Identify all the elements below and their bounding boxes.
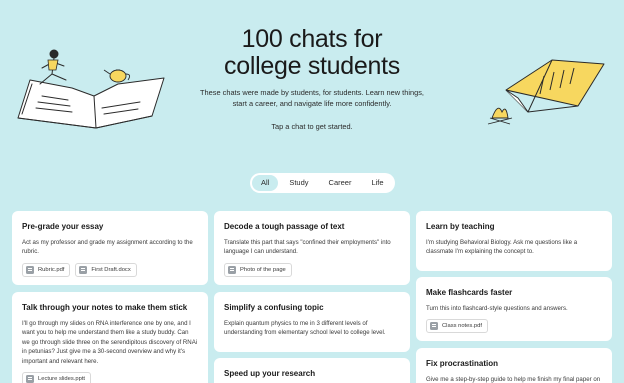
- card-title: Learn by teaching: [426, 222, 495, 231]
- filter-tabs: All Study Career Life: [250, 173, 395, 193]
- attachment-name: Rubric.pdf: [38, 266, 65, 273]
- get-started-text: Tap a chat to get started.: [271, 122, 353, 131]
- file-icon: [26, 375, 34, 383]
- card-body: I'm studying Behavioral Biology. Ask me …: [426, 239, 578, 256]
- attachment: First Draft.docx: [75, 262, 137, 277]
- card-talk-through-notes[interactable]: Talk through your notes to make them sti…: [12, 292, 208, 383]
- attachment: Lecture slides.pptt: [22, 372, 92, 383]
- card-pregrade-essay[interactable]: Pre-grade your essay Act as my professor…: [12, 211, 208, 285]
- attachment: Class notes.pdf: [426, 319, 488, 334]
- card-body: Explain quantum physics to me in 3 diffe…: [224, 320, 386, 337]
- attachment: Rubric.pdf: [22, 262, 71, 277]
- card-title: Fix procrastination: [426, 359, 499, 368]
- card-body: Give me a step-by-step guide to help me …: [426, 376, 601, 383]
- card-body: I'll go through my slides on RNA interfe…: [22, 320, 198, 365]
- card-body: Act as my professor and grade my assignm…: [22, 239, 193, 256]
- filter-career[interactable]: Career: [320, 175, 361, 191]
- file-icon: [228, 265, 236, 274]
- card-simplify-topic[interactable]: Simplify a confusing topic Explain quant…: [214, 292, 410, 352]
- title-line-1: 100 chats for: [241, 25, 383, 53]
- card-title: Pre-grade your essay: [22, 222, 104, 231]
- card-title: Speed up your research: [224, 369, 316, 378]
- card-fix-procrastination[interactable]: Fix procrastination Give me a step-by-st…: [416, 348, 612, 383]
- file-icon: [430, 322, 438, 331]
- page-title: 100 chats for college students: [0, 26, 624, 80]
- attachment-name: Class notes.pdf: [442, 323, 482, 330]
- card-learn-by-teaching[interactable]: Learn by teaching I'm studying Behaviora…: [416, 211, 612, 271]
- file-icon: [26, 265, 34, 274]
- card-title: Make flashcards faster: [426, 288, 513, 297]
- card-decode-passage[interactable]: Decode a tough passage of text Translate…: [214, 211, 410, 285]
- filter-all[interactable]: All: [252, 175, 279, 191]
- attachment: Photo of the page: [224, 262, 292, 277]
- card-speed-up-research[interactable]: Speed up your research: [214, 358, 410, 383]
- card-body: Turn this into flashcard-style questions…: [426, 305, 568, 312]
- card-title: Talk through your notes to make them sti…: [22, 303, 188, 312]
- attachment-name: Lecture slides.pptt: [38, 376, 86, 383]
- card-body: Translate this part that says "confined …: [224, 239, 391, 256]
- card-title: Decode a tough passage of text: [224, 222, 345, 231]
- file-icon: [79, 265, 88, 274]
- attachment-name: First Draft.docx: [91, 266, 131, 273]
- title-line-2: college students: [224, 52, 400, 80]
- page-subtitle: These chats were made by students, for s…: [200, 88, 424, 108]
- card-title: Simplify a confusing topic: [224, 303, 324, 312]
- filter-life[interactable]: Life: [362, 175, 392, 191]
- filter-study[interactable]: Study: [280, 175, 317, 191]
- card-make-flashcards[interactable]: Make flashcards faster Turn this into fl…: [416, 277, 612, 341]
- attachment-name: Photo of the page: [240, 266, 286, 273]
